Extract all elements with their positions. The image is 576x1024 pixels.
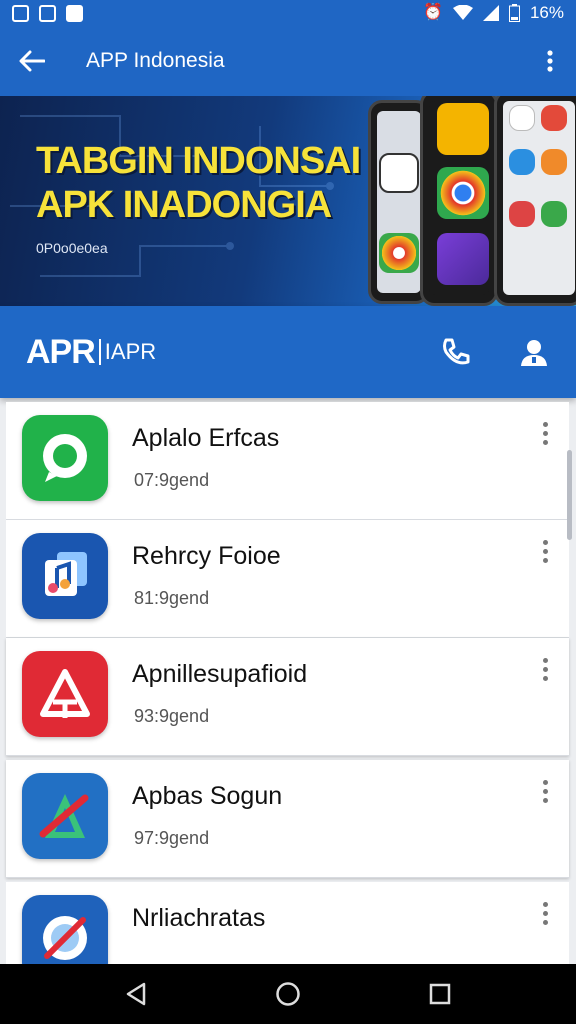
app-name: Apbas Sogun [132, 782, 283, 810]
list-item[interactable]: Rehrcy Foioe 81:9gend [6, 520, 569, 638]
signal-icon [482, 5, 499, 21]
photos-icon [66, 4, 83, 22]
item-overflow-menu-button[interactable] [537, 422, 553, 450]
item-overflow-menu-button[interactable] [537, 780, 553, 808]
app-name: Rehrcy Foioe [132, 542, 281, 570]
wifi-icon [452, 5, 473, 20]
phone-image-right [494, 96, 576, 306]
promo-banner[interactable]: TABGIN INDONSAI APK INADONGIA 0P0o0e0ea [0, 96, 576, 306]
back-triangle-icon [126, 982, 146, 1006]
item-overflow-menu-button[interactable] [537, 658, 553, 686]
banner-caption: 0P0o0e0ea [36, 240, 108, 256]
app-name: Nrliachratas [132, 904, 266, 932]
arrow-left-icon [19, 50, 45, 72]
a-logo-icon [22, 651, 108, 737]
list-item[interactable]: Apnillesupafioid 93:9gend [6, 638, 569, 756]
item-overflow-menu-button[interactable] [537, 540, 553, 568]
chat-icon [22, 415, 108, 501]
phone-image-center [420, 96, 498, 306]
recents-square-icon [429, 983, 451, 1005]
list-item[interactable]: Apbas Sogun 97:9gend [6, 760, 569, 878]
app-name: Apnillesupafioid [132, 660, 308, 688]
overflow-menu-icon [547, 50, 553, 72]
app-meta: 93:9gend [134, 706, 210, 726]
app-bar: APP Indonesia [0, 26, 576, 96]
app-meta: 97:9gend [134, 828, 210, 848]
banner-headline-2: APK INADONGIA [36, 184, 332, 226]
brand-bar: APR IAPR [0, 306, 576, 398]
banner-headline-1: TABGIN INDONSAI [36, 140, 361, 182]
battery-icon [508, 4, 520, 22]
scrollbar[interactable] [567, 450, 572, 540]
app-list: Aplalo Erfcas 07:9gend Rehrcy Foioe 81:9… [6, 402, 569, 1000]
brand-logo: APR [26, 332, 96, 371]
call-button[interactable] [438, 334, 474, 370]
nav-recents-button[interactable] [418, 972, 462, 1016]
phone-icon [443, 338, 470, 365]
status-bar: ⏰ 16% [0, 0, 576, 26]
app-meta: 81:9gend [134, 588, 210, 608]
list-item[interactable]: Aplalo Erfcas 07:9gend [6, 402, 569, 520]
gallery-icon [12, 4, 29, 22]
page-title: APP Indonesia [86, 49, 225, 72]
a-slash-icon [22, 773, 108, 859]
home-circle-icon [276, 982, 300, 1006]
item-overflow-menu-button[interactable] [537, 902, 553, 930]
overflow-menu-button[interactable] [524, 26, 576, 96]
system-nav-bar [0, 964, 576, 1024]
alarm-icon: ⏰ [423, 4, 443, 21]
screenshot-icon [39, 4, 56, 22]
back-button[interactable] [0, 26, 64, 96]
app-name: Aplalo Erfcas [132, 424, 280, 452]
battery-percent: 16% [529, 3, 564, 22]
app-meta: 07:9gend [134, 470, 210, 490]
nav-home-button[interactable] [266, 972, 310, 1016]
nav-back-button[interactable] [114, 972, 158, 1016]
account-icon [521, 340, 547, 366]
music-icon [22, 533, 108, 619]
account-button[interactable] [516, 334, 552, 370]
brand-divider [98, 339, 101, 365]
brand-subtitle: IAPR [104, 339, 157, 364]
